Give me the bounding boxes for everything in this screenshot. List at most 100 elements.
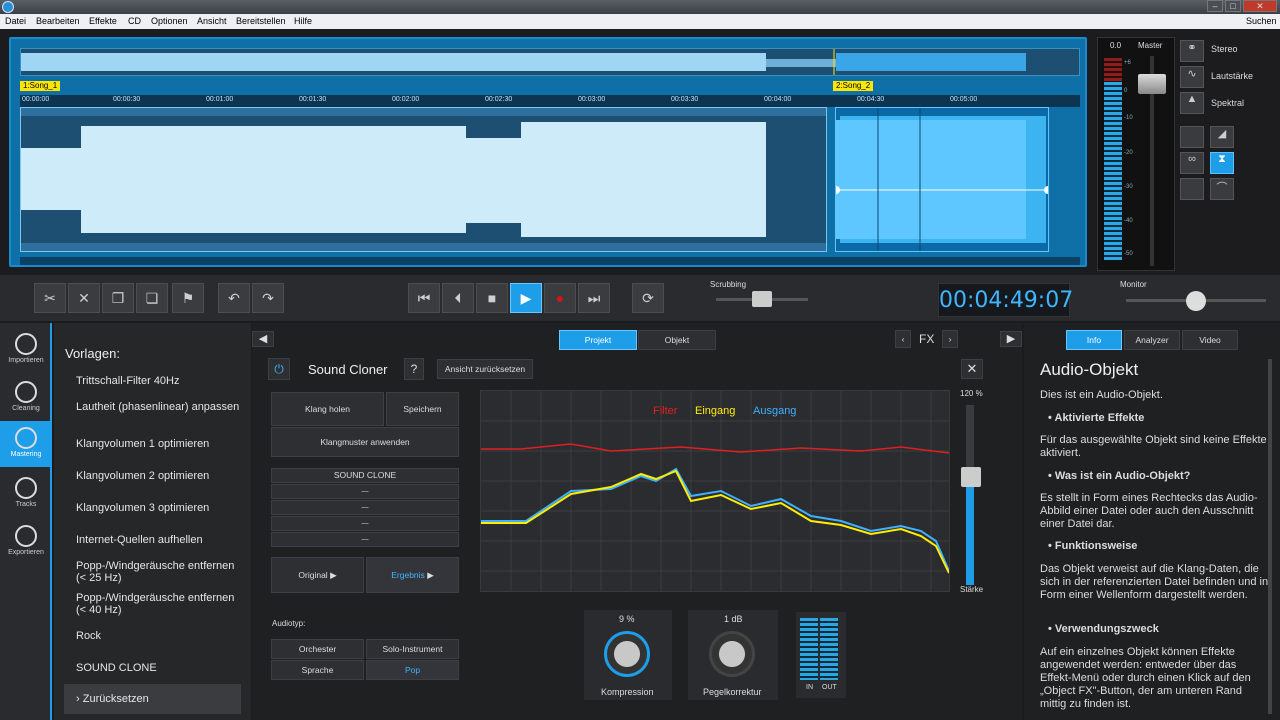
record-button[interactable]: ●	[544, 283, 576, 313]
preset-item[interactable]: Popp-/Windgeräusche entfernen (< 25 Hz)	[64, 560, 241, 584]
import-icon	[15, 333, 37, 355]
chevron-right-icon: ›	[948, 334, 952, 344]
copy-button[interactable]: ❐	[102, 283, 134, 313]
strength-slider[interactable]	[966, 405, 974, 585]
paste-button[interactable]: ❏	[136, 283, 168, 313]
preset-item-selected[interactable]: › Zurücksetzen	[64, 684, 241, 714]
preset-item[interactable]: Rock	[64, 630, 241, 642]
menu-bearbeiten[interactable]: Bearbeiten	[36, 16, 80, 26]
audio-clip-1[interactable]	[20, 107, 827, 252]
preset-item[interactable]: Klangvolumen 2 optimieren	[64, 470, 241, 482]
cut-button[interactable]: ✂	[34, 283, 66, 313]
maximize-button[interactable]: □	[1225, 0, 1241, 12]
original-button[interactable]: Original ▶	[271, 557, 364, 593]
curve-button[interactable]: ⌒	[1210, 178, 1234, 200]
clip2-label[interactable]: 2:Song_2	[833, 81, 874, 91]
sidebar-item-mastering[interactable]: Mastering	[0, 421, 52, 467]
ergebnis-button[interactable]: Ergebnis ▶	[366, 557, 459, 593]
grid-button[interactable]	[1180, 178, 1204, 200]
klang-holen-button[interactable]: Klang holen	[271, 392, 384, 426]
horizontal-scrollbar[interactable]	[20, 257, 1080, 265]
pegelkorrektur-knob[interactable]	[709, 631, 755, 677]
type-sprache[interactable]: Sprache	[271, 660, 364, 680]
type-orchester[interactable]: Orchester	[271, 639, 364, 659]
volume-view-button[interactable]: ∿	[1180, 66, 1204, 88]
previous-button[interactable]: ⏴	[442, 283, 474, 313]
sidebar-item-export[interactable]: Exportieren	[0, 519, 52, 565]
stop-button[interactable]: ■	[476, 283, 508, 313]
delete-button[interactable]: ✕	[68, 283, 100, 313]
preset-item[interactable]: SOUND CLONE	[64, 662, 241, 674]
effect-power-button[interactable]: ⏻	[268, 358, 290, 380]
preset-item[interactable]: Klangvolumen 1 optimieren	[64, 438, 241, 450]
preset-item[interactable]: Trittschall-Filter 40Hz	[64, 375, 241, 387]
info-scrollbar[interactable]	[1268, 359, 1272, 714]
klangmuster-button[interactable]: Klangmuster anwenden	[271, 427, 459, 457]
link-button[interactable]: ∞	[1180, 152, 1204, 174]
sidebar-item-cleaning[interactable]: Cleaning	[0, 375, 52, 421]
overview-waveform[interactable]	[20, 48, 1080, 76]
clone-slot[interactable]: —	[271, 500, 459, 515]
arranger-panel[interactable]: 1:Song_1 2:Song_2 00:00:00 00:00:30 00:0…	[9, 37, 1087, 267]
sound-clone-slot[interactable]: SOUND CLONE	[271, 468, 459, 483]
collapse-left-button[interactable]: ◀	[252, 331, 274, 347]
play-button[interactable]: ▶	[510, 283, 542, 313]
preset-item[interactable]: Popp-/Windgeräusche entfernen (< 40 Hz)	[64, 592, 241, 616]
fx-prev-button[interactable]: ‹	[895, 330, 911, 348]
type-pop[interactable]: Pop	[366, 660, 459, 680]
tab-projekt[interactable]: Projekt	[559, 330, 637, 350]
menu-effekte[interactable]: Effekte	[89, 16, 117, 26]
audio-clip-2[interactable]	[832, 107, 1052, 252]
preset-item[interactable]: Lautheit (phasenlinear) anpassen	[64, 401, 241, 413]
clone-slot[interactable]: —	[271, 484, 459, 499]
clip1-label[interactable]: 1:Song_1	[20, 81, 61, 91]
volume-fader-handle[interactable]	[1138, 74, 1166, 94]
loop-button[interactable]: ⟳	[632, 283, 664, 313]
tab-video[interactable]: Video	[1182, 330, 1238, 350]
arrow-right-icon: ▶	[1006, 333, 1016, 345]
search-link[interactable]: Suchen	[1246, 16, 1277, 26]
tab-objekt[interactable]: Objekt	[638, 330, 716, 350]
help-button[interactable]: ?	[404, 358, 424, 380]
redo-button[interactable]: ↷	[252, 283, 284, 313]
preset-item[interactable]: Internet-Quellen aufhellen	[64, 534, 241, 546]
collapse-right-button[interactable]: ▶	[1000, 331, 1022, 347]
clone-slot[interactable]: —	[271, 532, 459, 547]
play-icon: ▶	[427, 570, 434, 580]
kompression-knob[interactable]	[604, 631, 650, 677]
scrubbing-handle[interactable]	[752, 291, 772, 307]
go-to-start-button[interactable]: ⏮	[408, 283, 440, 313]
sidebar-item-tracks[interactable]: Tracks	[0, 471, 52, 517]
stereo-view-button[interactable]: ⚭	[1180, 40, 1204, 62]
fade-button[interactable]: ◢	[1210, 126, 1234, 148]
menu-optionen[interactable]: Optionen	[151, 16, 188, 26]
close-window-button[interactable]: ✕	[1243, 0, 1277, 12]
sidebar-item-import[interactable]: Importieren	[0, 327, 52, 373]
close-effect-button[interactable]: ✕	[961, 359, 983, 379]
timeline-ruler[interactable]: 00:00:00 00:00:30 00:01:00 00:01:30 00:0…	[20, 95, 1080, 107]
speichern-button[interactable]: Speichern	[386, 392, 459, 426]
menu-ansicht[interactable]: Ansicht	[197, 16, 227, 26]
clone-slot[interactable]: —	[271, 516, 459, 531]
snap-button[interactable]: ⧗	[1210, 152, 1234, 174]
menu-bereitstellen[interactable]: Bereitstellen	[236, 16, 286, 26]
undo-button[interactable]: ↶	[218, 283, 250, 313]
monitor-handle[interactable]	[1186, 291, 1206, 311]
strength-handle[interactable]	[961, 467, 981, 487]
go-to-end-button[interactable]: ⏭	[578, 283, 610, 313]
minimize-button[interactable]: –	[1207, 0, 1223, 12]
type-solo-instrument[interactable]: Solo-Instrument	[366, 639, 459, 659]
stereo-icon: ⚭	[1187, 42, 1197, 54]
menu-cd[interactable]: CD	[128, 16, 141, 26]
spectrum-graph[interactable]: Filter Eingang Ausgang	[480, 390, 950, 592]
spectral-view-button[interactable]: ▲	[1180, 92, 1204, 114]
tab-analyzer[interactable]: Analyzer	[1124, 330, 1180, 350]
menu-datei[interactable]: Datei	[5, 16, 26, 26]
object-mode-button[interactable]	[1180, 126, 1204, 148]
reset-view-button[interactable]: Ansicht zurücksetzen	[437, 359, 533, 379]
fx-next-button[interactable]: ›	[942, 330, 958, 348]
menu-hilfe[interactable]: Hilfe	[294, 16, 312, 26]
tab-info[interactable]: Info	[1066, 330, 1122, 350]
marker-button[interactable]: ⚑	[172, 283, 204, 313]
preset-item[interactable]: Klangvolumen 3 optimieren	[64, 502, 241, 514]
